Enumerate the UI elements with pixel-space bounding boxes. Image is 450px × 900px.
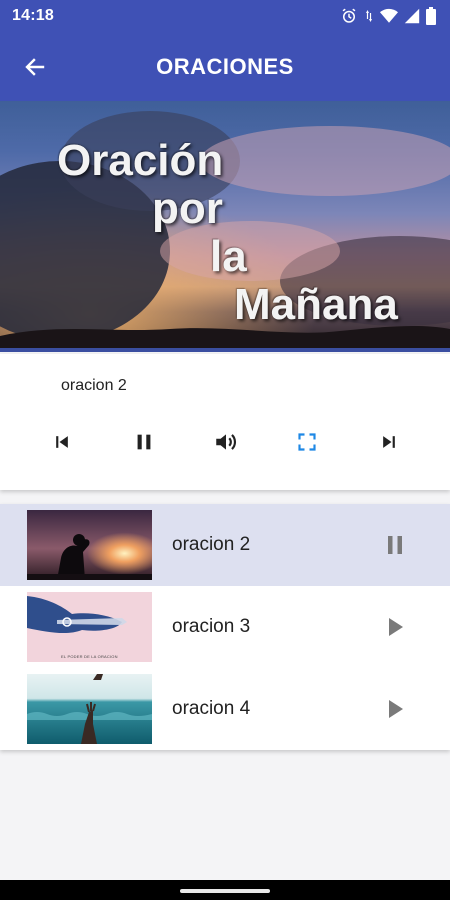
battery-icon: [426, 7, 436, 25]
status-bar: 14:18: [0, 0, 450, 32]
skip-next-button[interactable]: [371, 424, 407, 460]
play-icon: [389, 700, 403, 718]
list-item[interactable]: oracion 4: [0, 668, 450, 750]
volume-icon: [216, 434, 236, 450]
page-title: ORACIONES: [156, 54, 294, 79]
track-title: oracion 2: [172, 534, 251, 555]
thumbnail: [27, 674, 152, 744]
pause-button[interactable]: [126, 424, 162, 460]
list-item[interactable]: EL PODER DE LA ORACION oracion 3: [0, 586, 450, 668]
fullscreen-icon: [298, 433, 316, 451]
playlist: oracion 2 EL PODER DE LA ORACION oracion…: [0, 504, 450, 750]
now-playing-title: oracion 2: [61, 377, 127, 394]
wifi-icon: [380, 8, 398, 24]
track-title: oracion 3: [172, 616, 251, 637]
pause-icon: [388, 536, 402, 554]
toolbar: ORACIONES: [0, 34, 450, 98]
track-pause-button[interactable]: [380, 530, 410, 560]
thumbnail-caption: EL PODER DE LA ORACION: [61, 654, 118, 659]
skip-previous-button[interactable]: [44, 424, 80, 460]
skip-previous-icon: [56, 436, 68, 448]
hero-title-line: Mañana: [234, 280, 398, 329]
signal-icon: [404, 8, 420, 24]
hero-image: Oración por la Mañana: [0, 101, 450, 352]
home-indicator[interactable]: [180, 889, 270, 893]
hero-title-line: por: [152, 184, 223, 233]
hero-title-line: Oración: [57, 136, 224, 185]
player-card: oracion 2: [0, 354, 450, 490]
status-time: 14:18: [12, 7, 54, 24]
alarm-icon: [340, 7, 358, 25]
volume-button[interactable]: [208, 424, 244, 460]
status-icons: [340, 7, 436, 25]
track-play-button[interactable]: [380, 694, 410, 724]
app-bar: 14:18 ORACIONES: [0, 0, 450, 101]
fullscreen-button[interactable]: [289, 424, 325, 460]
track-play-button[interactable]: [380, 612, 410, 642]
play-icon: [389, 618, 403, 636]
track-title: oracion 4: [172, 698, 251, 719]
thumbnail: [27, 510, 152, 580]
skip-next-icon: [383, 436, 395, 448]
list-item[interactable]: oracion 2: [0, 504, 450, 586]
data-arrows-icon: [364, 7, 374, 25]
pause-icon: [137, 434, 151, 450]
thumbnail: EL PODER DE LA ORACION: [27, 592, 152, 662]
hero-title-line: la: [210, 232, 247, 281]
